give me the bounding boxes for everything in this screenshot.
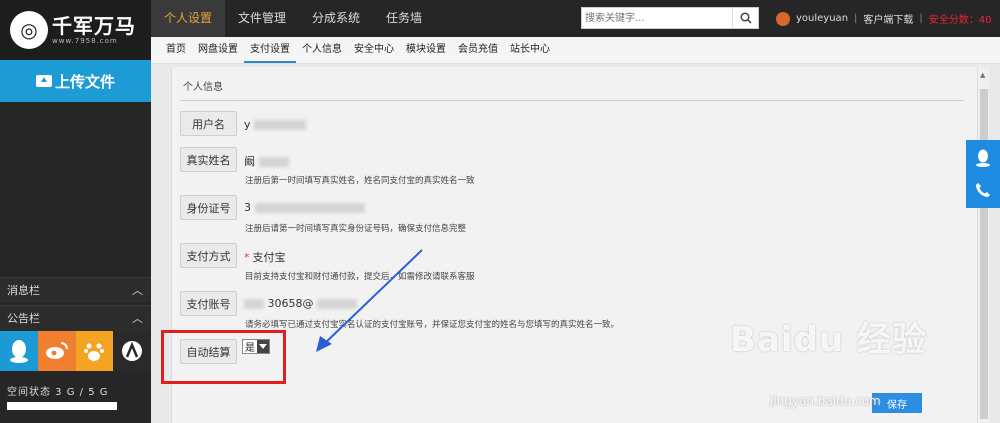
scrollbar-thumb[interactable] <box>980 89 988 419</box>
logo-mark-icon: ◎ <box>10 11 48 49</box>
scrollbar[interactable]: ▲ <box>977 67 989 423</box>
account-hint: 请务必填写已通过支付宝实名认证的支付宝账号，并保证您支付宝的姓名与您填写的真实姓… <box>245 320 620 330</box>
idcard-hint: 注册后请第一时间填写真实身份证号码，确保支付信息完整 <box>245 224 467 234</box>
brand-name: 千军万马 <box>52 14 136 38</box>
redacted-blur <box>258 157 289 167</box>
paymethod-value: * 支付宝 <box>244 251 286 264</box>
account-label: 支付账号 <box>180 291 237 316</box>
subnav-disk-settings[interactable]: 网盘设置 <box>192 37 244 63</box>
search-icon[interactable] <box>732 8 758 28</box>
paymethod-label: 支付方式 <box>180 243 237 268</box>
subnav-webmaster-center[interactable]: 站长中心 <box>504 37 556 63</box>
phone-icon[interactable] <box>966 172 1000 208</box>
qq-service-icon[interactable] <box>966 140 1000 176</box>
upload-icon <box>35 75 52 87</box>
qq-icon[interactable] <box>0 331 38 371</box>
realname-label: 真实姓名 <box>180 147 237 172</box>
watermark-url: jingyan.baidu.com <box>770 394 881 408</box>
redacted-blur <box>244 299 264 309</box>
redacted-blur <box>254 203 365 213</box>
highlight-box <box>161 330 286 384</box>
chevron-up-icon[interactable]: ︿ <box>132 306 143 332</box>
message-panel-label: 消息栏 <box>7 284 40 297</box>
client-download-link[interactable]: 客户端下载 <box>863 11 913 26</box>
safety-score[interactable]: 安全分数：40 <box>929 11 992 26</box>
section-title: 个人信息 <box>183 82 223 93</box>
baidu-icon[interactable] <box>75 331 114 371</box>
redacted-blur <box>317 299 357 309</box>
scroll-up-icon[interactable]: ▲ <box>980 71 985 79</box>
subnav-module-settings[interactable]: 模块设置 <box>400 37 452 63</box>
username-value: y <box>244 118 307 131</box>
message-panel-toggle[interactable]: 消息栏 ︿ <box>0 277 151 303</box>
tab-personal-settings[interactable]: 个人设置 <box>151 0 226 37</box>
sub-nav: 首页 网盘设置 支付设置 个人信息 安全中心 模块设置 会员充值 站长中心 <box>151 37 1000 64</box>
logo[interactable]: ◎ 千军万马 www.7958.com <box>0 0 151 60</box>
search-box <box>581 7 759 29</box>
subnav-payment-settings[interactable]: 支付设置 <box>244 37 296 63</box>
tab-revenue-system[interactable]: 分成系统 <box>299 0 373 37</box>
idcard-label: 身份证号 <box>180 195 237 220</box>
user-area: youleyuan | 客户端下载 | 安全分数：40 <box>776 0 992 37</box>
realname-value: 阚 <box>244 153 289 169</box>
subnav-member-recharge[interactable]: 会员充值 <box>452 37 504 63</box>
subnav-home[interactable]: 首页 <box>160 37 192 63</box>
search-input[interactable] <box>582 8 732 28</box>
username[interactable]: youleyuan <box>796 13 848 24</box>
idcard-value: 3 <box>244 201 365 214</box>
other-social-icon[interactable] <box>113 331 151 371</box>
weibo-icon[interactable] <box>37 331 76 371</box>
space-status: 空间状态 3 G / 5 G <box>7 387 109 398</box>
username-label: 用户名 <box>180 111 237 136</box>
realname-hint: 注册后第一时间填写真实姓名，姓名同支付宝的真实姓名一致 <box>245 176 475 186</box>
brand-url: www.7958.com <box>52 37 118 45</box>
tab-file-management[interactable]: 文件管理 <box>225 0 299 37</box>
notice-panel-toggle[interactable]: 公告栏 ︿ <box>0 305 151 331</box>
chevron-up-icon[interactable]: ︿ <box>132 278 143 304</box>
baidu-watermark: Baidu 经验 <box>730 320 927 360</box>
subnav-personal-info[interactable]: 个人信息 <box>296 37 348 63</box>
notice-panel-label: 公告栏 <box>7 312 40 325</box>
divider <box>180 100 964 101</box>
tab-task-wall[interactable]: 任务墙 <box>373 0 435 37</box>
redacted-blur <box>254 120 307 130</box>
upload-file-button[interactable]: 上传文件 <box>0 60 151 102</box>
settings-form: 个人信息 用户名 y 真实姓名 阚 注册后第一时间填写真实姓名，姓名同支付宝的真… <box>171 67 977 423</box>
account-value: 30658@ <box>244 297 357 310</box>
paymethod-hint: 目前支持支付宝和财付通付款，提交后，如需修改请联系客服 <box>245 272 475 282</box>
left-sidebar: ◎ 千军万马 www.7958.com 上传文件 消息栏 ︿ 公告栏 ︿ 空间状… <box>0 0 151 423</box>
social-share-bar <box>0 331 151 371</box>
upload-label: 上传文件 <box>54 72 115 91</box>
space-usage-bar <box>7 402 117 410</box>
subnav-security-center[interactable]: 安全中心 <box>348 37 400 63</box>
avatar[interactable] <box>776 11 790 26</box>
top-navbar: 个人设置 文件管理 分成系统 任务墙 youleyuan | 客户端下载 | 安… <box>151 0 1000 37</box>
